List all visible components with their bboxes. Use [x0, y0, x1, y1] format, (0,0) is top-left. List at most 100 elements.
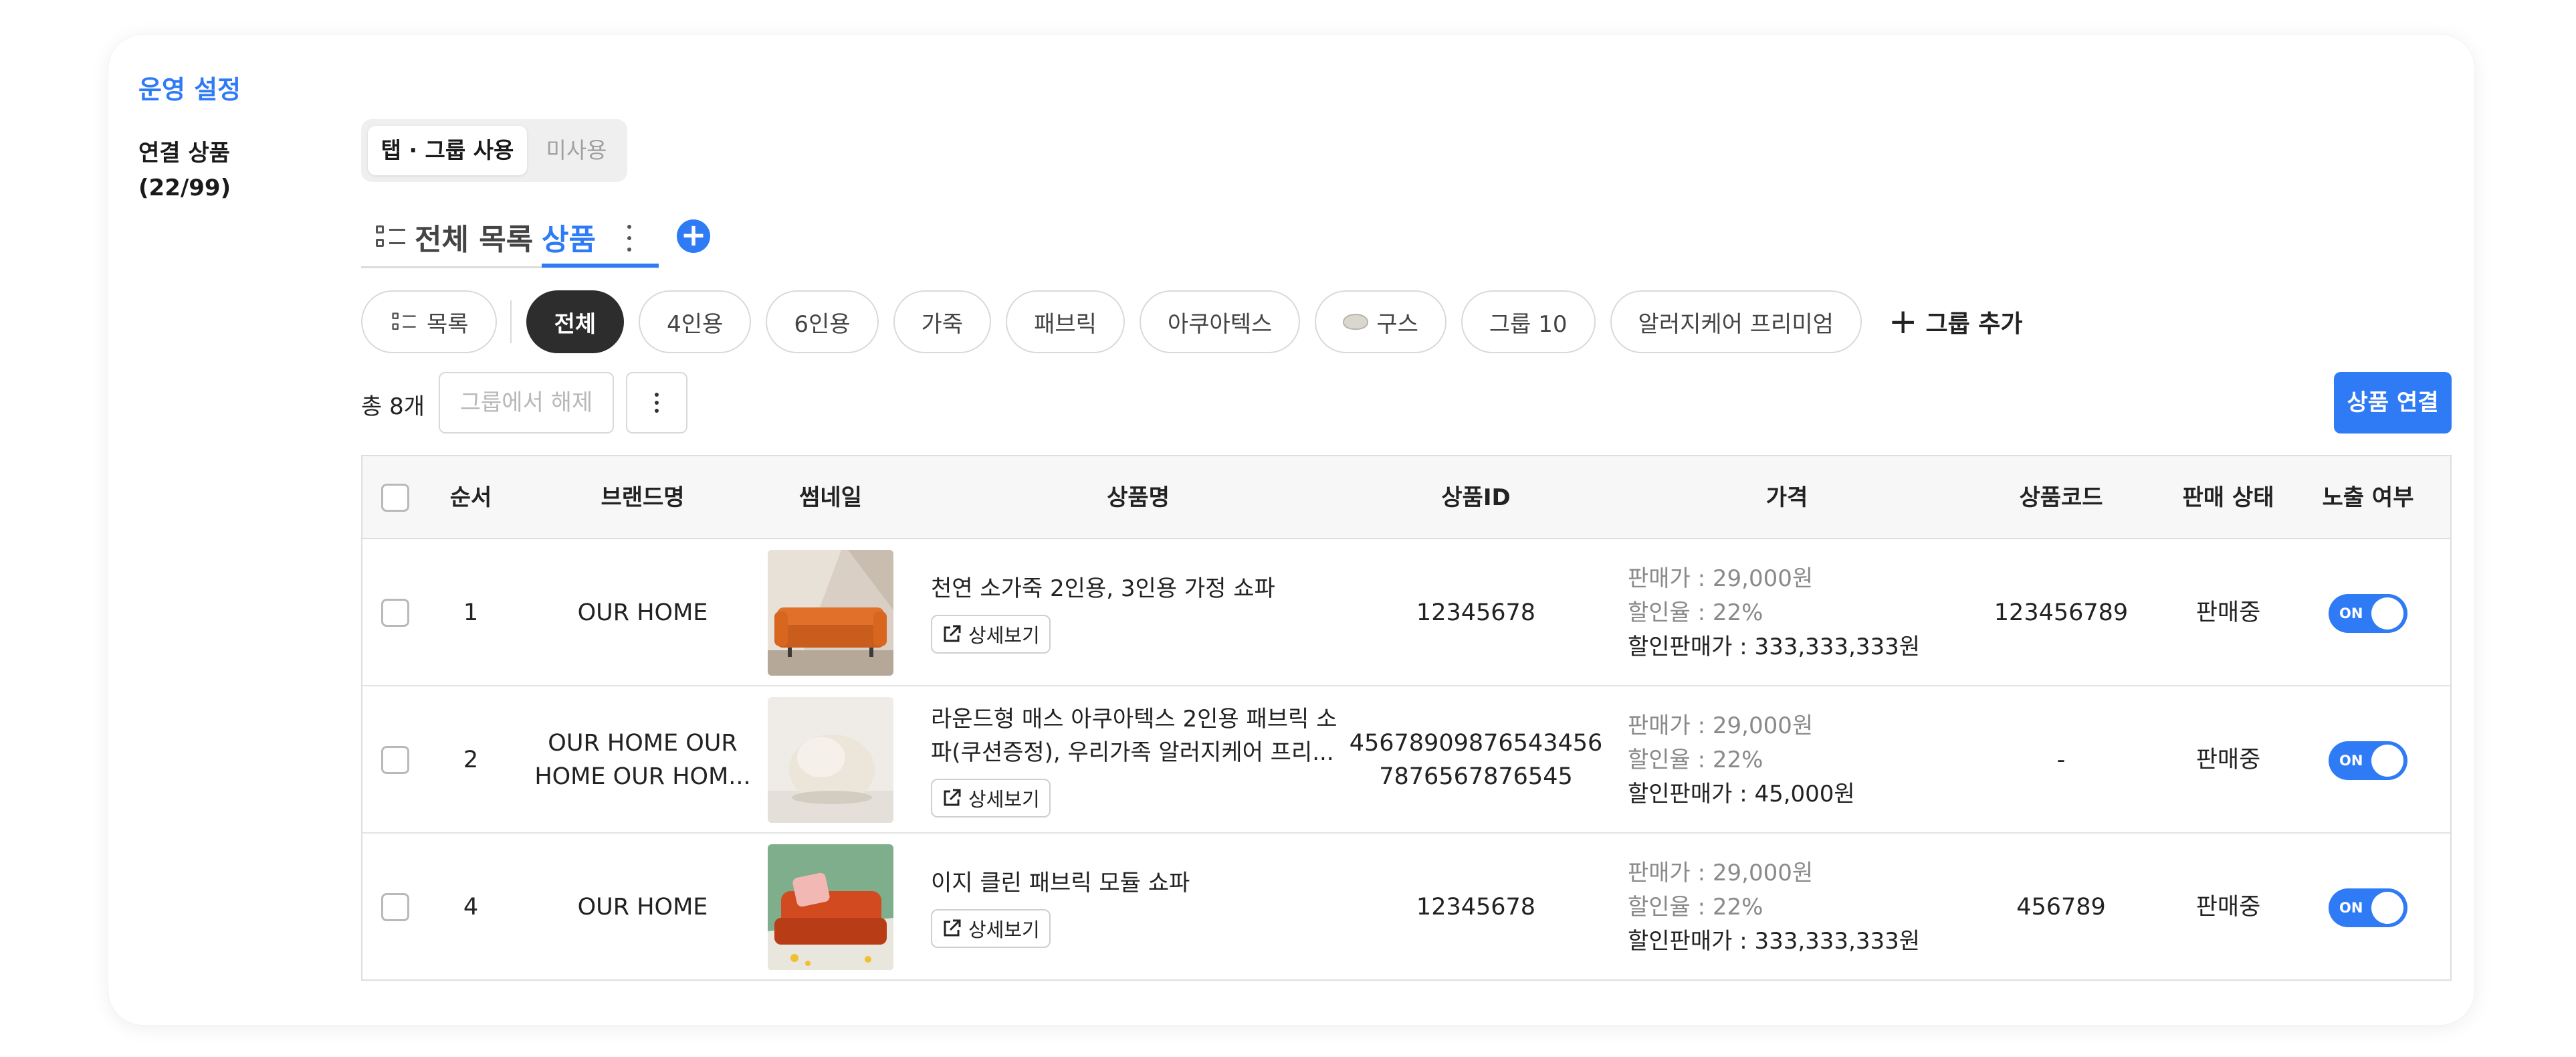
list-icon [392, 312, 416, 332]
total-count: 총 8개 [361, 393, 425, 420]
chip-label: 패브릭 [1034, 310, 1097, 338]
chip-goose[interactable]: 구스 [1315, 290, 1446, 353]
segment-use-tabs[interactable]: 탭 · 그룹 사용 [368, 126, 527, 175]
field-label-count: (22/99) [138, 175, 231, 201]
product-thumbnail [768, 844, 893, 970]
visibility-toggle[interactable]: ON [2329, 594, 2407, 633]
chip-label: 구스 [1376, 310, 1418, 338]
chip-leather[interactable]: 가죽 [893, 290, 992, 353]
list-icon [376, 224, 405, 250]
field-label-main: 연결 상품 [138, 140, 230, 167]
header-product-name: 상품명 [1107, 484, 1170, 511]
detail-view-button[interactable]: 상세보기 [931, 615, 1051, 654]
chip-aquatex[interactable]: 아쿠아텍스 [1139, 290, 1301, 353]
price-final: 할인판매가 : 45,000원 [1628, 780, 1855, 807]
price-discount-rate: 할인율 : 22% [1628, 746, 1763, 773]
external-link-icon [944, 919, 961, 937]
row-product-code: 456789 [2016, 894, 2106, 921]
visibility-toggle[interactable]: ON [2329, 741, 2407, 780]
row-checkbox[interactable] [381, 599, 409, 627]
row-sale-status: 판매중 [2195, 894, 2261, 921]
table-row: 1 OUR HOME 천연 소가죽 2인용, 3인용 가정 쇼파 상세보기 12… [362, 539, 2450, 686]
row-order: 2 [463, 747, 479, 773]
header-visibility: 노출 여부 [2322, 484, 2414, 511]
detail-view-label: 상세보기 [968, 919, 1040, 941]
chip-list[interactable]: 목록 [361, 290, 497, 353]
price-sale: 판매가 : 29,000원 [1628, 859, 1814, 886]
toggle-knob [2371, 892, 2403, 924]
add-group-label: 그룹 추가 [1925, 310, 2023, 338]
row-product-code: 123456789 [1994, 599, 2129, 626]
row-checkbox[interactable] [381, 893, 409, 921]
select-all-checkbox[interactable] [381, 484, 409, 512]
product-name: 천연 소가죽 2인용, 3인용 가정 쇼파 [931, 575, 1275, 602]
row-brand: OUR HOME OUR HOME OUR HOM... [534, 730, 751, 790]
active-tab-indicator [542, 264, 659, 268]
release-from-group-button[interactable]: 그룹에서 해제 [439, 372, 614, 434]
visibility-toggle[interactable]: ON [2329, 888, 2407, 927]
toggle-label: ON [2339, 753, 2363, 769]
tab-product[interactable]: 상품 [542, 217, 596, 257]
linked-products-label: 연결 상품 (22/99) [138, 136, 231, 205]
goose-icon [1343, 314, 1369, 330]
product-name: 라운드형 매스 아쿠아텍스 2인용 패브릭 소파(쿠션증정), 우리가족 알러지… [931, 706, 1337, 766]
price-sale: 판매가 : 29,000원 [1628, 565, 1814, 592]
row-price: 판매가 : 29,000원 할인율 : 22% 할인판매가 : 333,333,… [1628, 539, 1920, 686]
product-name-cell: 이지 클린 패브릭 모듈 쇼파 상세보기 [931, 834, 1346, 981]
row-checkbox[interactable] [381, 746, 409, 774]
row-brand: OUR HOME [577, 599, 708, 626]
product-name-cell: 라운드형 매스 아쿠아텍스 2인용 패브릭 소파(쿠션증정), 우리가족 알러지… [931, 686, 1346, 834]
external-link-icon [944, 625, 961, 642]
chip-allergy-care[interactable]: 알러지케어 프리미엄 [1610, 290, 1862, 353]
product-tabs: 전체 목록 상품 + [361, 213, 950, 269]
row-sale-status: 판매중 [2195, 599, 2261, 626]
header-sale-status: 판매 상태 [2182, 484, 2274, 511]
add-tab-icon[interactable]: + [677, 219, 710, 253]
chip-label: 알러지케어 프리미엄 [1638, 310, 1834, 338]
chip-group-10[interactable]: 그룹 10 [1461, 290, 1596, 353]
price-sale: 판매가 : 29,000원 [1628, 712, 1814, 739]
table-row: 4 OUR HOME 이지 클린 패브릭 모듈 쇼파 상세보기 12345678 [362, 834, 2450, 981]
detail-view-button[interactable]: 상세보기 [931, 779, 1051, 818]
connect-product-button[interactable]: 상품 연결 [2334, 372, 2452, 434]
header-order: 순서 [449, 484, 492, 511]
detail-view-label: 상세보기 [968, 624, 1040, 647]
row-sale-status: 판매중 [2195, 747, 2261, 773]
tab-all-label: 전체 목록 [415, 223, 534, 257]
chip-4-seater[interactable]: 4인용 [639, 290, 752, 353]
chip-label: 그룹 10 [1489, 310, 1568, 338]
section-title: 운영 설정 [138, 75, 241, 104]
chip-fabric[interactable]: 패브릭 [1006, 290, 1125, 353]
product-name-cell: 천연 소가죽 2인용, 3인용 가정 쇼파 상세보기 [931, 539, 1346, 686]
tab-product-label: 상품 [542, 223, 596, 257]
chip-6-seater[interactable]: 6인용 [766, 290, 879, 353]
row-product-id: 45678909876543456 7876567876545 [1349, 730, 1603, 790]
row-product-code: - [2056, 747, 2066, 773]
toggle-label: ON [2339, 900, 2363, 916]
price-final: 할인판매가 : 333,333,333원 [1628, 633, 1921, 660]
chip-all[interactable]: 전체 [526, 290, 625, 353]
chip-label: 가죽 [921, 310, 964, 338]
more-options-icon[interactable] [626, 372, 687, 434]
detail-view-label: 상세보기 [968, 788, 1040, 811]
tab-more-icon[interactable] [625, 225, 633, 252]
external-link-icon [944, 789, 961, 806]
chip-label: 목록 [427, 310, 469, 338]
row-price: 판매가 : 29,000원 할인율 : 22% 할인판매가 : 333,333,… [1628, 834, 1920, 981]
tab-all-list[interactable]: 전체 목록 [376, 217, 533, 257]
chip-divider [510, 300, 512, 343]
table-row: 2 OUR HOME OUR HOME OUR HOM... 라운드형 매스 아… [362, 686, 2450, 834]
toggle-knob [2371, 597, 2403, 630]
price-final: 할인판매가 : 333,333,333원 [1628, 927, 1921, 955]
product-name: 이지 클린 패브릭 모듈 쇼파 [931, 870, 1190, 896]
price-discount-rate: 할인율 : 22% [1628, 599, 1763, 626]
detail-view-button[interactable]: 상세보기 [931, 909, 1051, 948]
row-product-id: 12345678 [1416, 894, 1536, 921]
row-brand: OUR HOME [577, 894, 708, 921]
row-price: 판매가 : 29,000원 할인율 : 22% 할인판매가 : 45,000원 [1628, 686, 1855, 834]
header-product-id: 상품ID [1441, 484, 1511, 511]
row-product-id: 12345678 [1416, 599, 1536, 626]
segment-unused[interactable]: 미사용 [530, 126, 623, 175]
add-group-button[interactable]: + 그룹 추가 [1876, 304, 2035, 339]
row-order: 1 [463, 599, 479, 626]
